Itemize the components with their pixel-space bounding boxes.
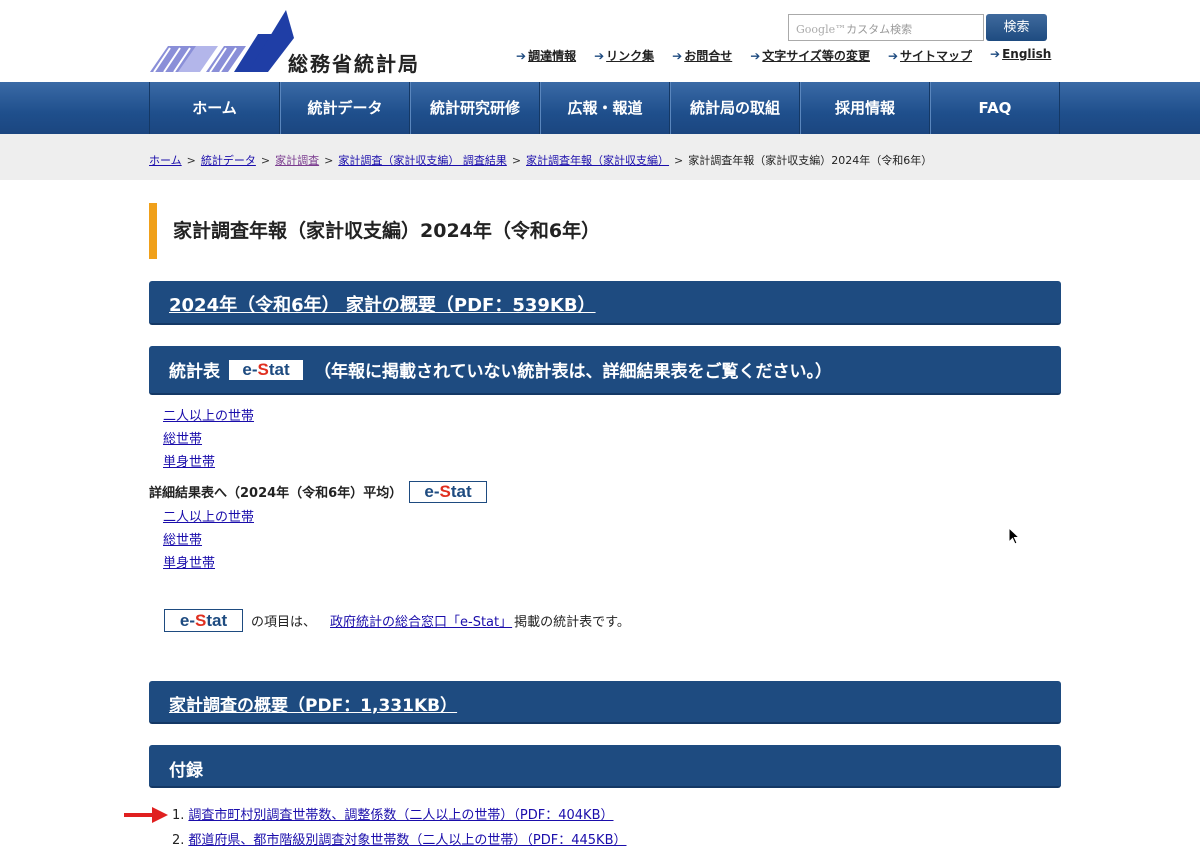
site-header: 総務省統計局 Google™カスタム検索 検索 ➔ 調達情報 ➔ リンク集 ➔ お問合… <box>0 0 1200 82</box>
breadcrumb-home[interactable]: ホーム <box>149 154 182 167</box>
breadcrumb-household-survey[interactable]: 家計調査 <box>275 154 319 167</box>
estat-portal-link[interactable]: 政府統計の総合窓口「e-Stat」 <box>330 611 512 630</box>
util-link-procurement[interactable]: ➔ 調達情報 <box>516 47 576 64</box>
arrow-right-icon: ➔ <box>990 47 1001 61</box>
nav-initiatives[interactable]: 統計局の取組 <box>670 82 800 134</box>
estat-note: e-Stat の項目は、 政府統計の総合窓口「e-Stat」 掲載の統計表です。 <box>164 609 630 632</box>
google-brand: Google™ <box>796 23 847 36</box>
note-after: 掲載の統計表です。 <box>514 615 630 630</box>
link-single-households[interactable]: 単身世帯 <box>163 552 254 575</box>
search-placeholder: カスタム検索 <box>846 23 913 36</box>
util-link-english[interactable]: ➔ English <box>990 47 1051 64</box>
overview-section-bar: 家計調査の概要（PDF：1,331KB） <box>149 681 1061 724</box>
nav-faq[interactable]: FAQ <box>930 82 1060 134</box>
arrow-right-icon: ➔ <box>516 49 527 63</box>
util-link-links[interactable]: ➔ リンク集 <box>594 47 654 64</box>
util-link-sitemap[interactable]: ➔ サイトマップ <box>888 47 972 64</box>
link-two-or-more-households[interactable]: 二人以上の世帯 <box>163 405 254 428</box>
detail-table-links: 二人以上の世帯 総世帯 単身世帯 <box>163 506 254 575</box>
list-item: 1. 調査市町村別調査世帯数、調整係数（二人以上の世帯）（PDF：404KB） <box>172 808 614 823</box>
nav-recruitment[interactable]: 採用情報 <box>800 82 930 134</box>
arrow-right-icon: ➔ <box>887 49 899 63</box>
estat-logo[interactable]: e-Stat <box>228 358 304 381</box>
nav-items: ホーム 統計データ 統計研究研修 広報・報道 統計局の取組 採用情報 FAQ <box>149 82 1061 134</box>
breadcrumb-annual-report[interactable]: 家計調査年報（家計収支編） <box>526 154 669 167</box>
nav-training[interactable]: 統計研究研修 <box>410 82 540 134</box>
stats-table-links: 二人以上の世帯 総世帯 単身世帯 <box>163 405 254 474</box>
overview-pdf-link[interactable]: 家計調査の概要（PDF：1,331KB） <box>169 696 457 716</box>
nav-statistics-data[interactable]: 統計データ <box>280 82 410 134</box>
link-two-or-more-households[interactable]: 二人以上の世帯 <box>163 506 254 529</box>
stats-section-bar: 統計表 e-Stat （年報に掲載されていない統計表は、詳細結果表をご覧ください… <box>149 346 1061 395</box>
arrow-right-icon: ➔ <box>594 49 605 63</box>
note-before: の項目は、 <box>251 615 317 630</box>
summary-section-bar: 2024年（令和6年） 家計の概要（PDF：539KB） <box>149 281 1061 325</box>
mouse-cursor-icon <box>1008 527 1020 545</box>
appendix-list: 1. 調査市町村別調査世帯数、調整係数（二人以上の世帯）（PDF：404KB） 2… <box>172 803 627 853</box>
red-arrow-icon <box>124 807 168 823</box>
appendix-title: 付録 <box>169 761 203 781</box>
stats-label: 統計表 <box>169 362 220 382</box>
nav-press[interactable]: 広報・報道 <box>540 82 670 134</box>
breadcrumb-survey-results[interactable]: 家計調査（家計収支編） 調査結果 <box>338 154 507 167</box>
link-total-households[interactable]: 総世帯 <box>163 428 254 451</box>
arrow-right-icon: ➔ <box>750 49 761 63</box>
utility-links: ➔ 調達情報 ➔ リンク集 ➔ お問合せ ➔ 文字サイズ等の変更 ➔ サイトマップ ➔ En… <box>516 47 1051 64</box>
appendix-section-bar: 付録 <box>149 745 1061 788</box>
link-single-households[interactable]: 単身世帯 <box>163 451 254 474</box>
estat-logo: e-Stat <box>164 609 243 632</box>
page-title: 家計調査年報（家計収支編）2024年（令和6年） <box>149 203 600 259</box>
breadcrumb-stats-data[interactable]: 統計データ <box>201 154 256 167</box>
search-input[interactable]: Google™カスタム検索 <box>788 14 984 41</box>
util-link-font-size[interactable]: ➔ 文字サイズ等の変更 <box>750 47 870 64</box>
search-button[interactable]: 検索 <box>986 14 1047 41</box>
appendix-link-2[interactable]: 都道府県、都市階級別調査対象世帯数（二人以上の世帯）（PDF：445KB） <box>188 833 626 848</box>
breadcrumb: ホーム > 統計データ > 家計調査 > 家計調査（家計収支編） 調査結果 > 家計調査年報（家… <box>149 154 933 167</box>
appendix-link-1[interactable]: 調査市町村別調査世帯数、調整係数（二人以上の世帯）（PDF：404KB） <box>188 808 613 823</box>
list-item: 2. 都道府県、都市階級別調査対象世帯数（二人以上の世帯）（PDF：445KB） <box>172 833 627 848</box>
arrow-right-icon: ➔ <box>672 49 683 63</box>
nav-home[interactable]: ホーム <box>150 82 280 134</box>
summary-pdf-link[interactable]: 2024年（令和6年） 家計の概要（PDF：539KB） <box>169 295 596 316</box>
util-link-contact[interactable]: ➔ お問合せ <box>672 47 732 64</box>
link-total-households[interactable]: 総世帯 <box>163 529 254 552</box>
stats-note: （年報に掲載されていない統計表は、詳細結果表をご覧ください。） <box>314 362 832 382</box>
breadcrumb-current: 家計調査年報（家計収支編）2024年（令和6年） <box>688 154 933 167</box>
logo-text[interactable]: 総務省統計局 <box>288 48 420 77</box>
global-nav: ホーム 統計データ 統計研究研修 広報・報道 統計局の取組 採用情報 FAQ <box>0 82 1200 134</box>
estat-logo[interactable]: e-Stat <box>409 481 487 503</box>
detail-results-label: 詳細結果表へ（2024年（令和6年）平均） <box>149 486 403 501</box>
